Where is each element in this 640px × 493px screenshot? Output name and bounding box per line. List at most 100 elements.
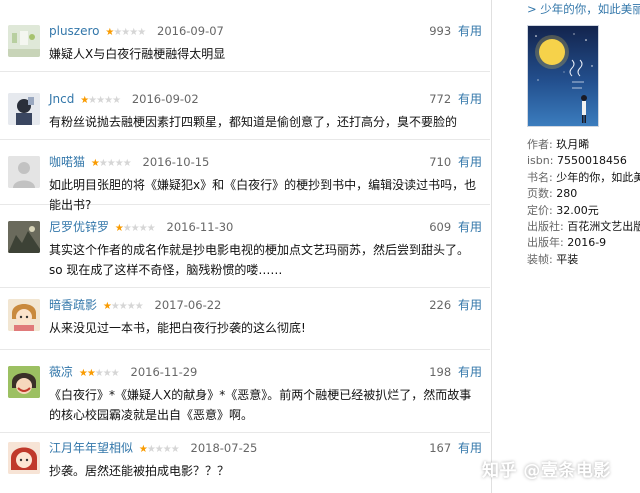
avatar[interactable] [8, 25, 40, 57]
review-text: 有粉丝说抛去融梗因素打四颗星，都知道是偷创意了，还打高分，臭不要脸的 [49, 115, 458, 129]
info-value: 玖月晞 [552, 138, 590, 151]
star-filled-icon: ★ [138, 444, 148, 455]
username-link[interactable]: 薇凉 [49, 365, 73, 379]
star-empty-icon: ★ [118, 301, 128, 312]
star-empty-icon: ★ [162, 444, 172, 455]
book-cover-image[interactable] [527, 25, 599, 127]
star-empty-icon: ★ [126, 301, 136, 312]
info-value: 7550018456 [553, 154, 627, 168]
book-sidebar: > 少年的你，如此美丽 作者: 玖月晞 isbn: 7550018456 书名:… [500, 0, 640, 493]
username-link[interactable]: 咖喏猫 [49, 155, 85, 169]
vote-count: 226 [429, 298, 452, 312]
info-row-author: 作者: 玖月晞 [527, 137, 640, 153]
review-text: 《白夜行》*《嫌疑人X的献身》*《恶意》。前两个融梗已经被扒烂了，然而故事的核心… [49, 388, 472, 422]
info-value: 百花洲文艺出版社 [567, 219, 640, 233]
star-empty-icon: ★ [114, 158, 124, 169]
info-key: 出版社: [527, 219, 564, 233]
avatar[interactable] [8, 221, 40, 253]
zhihu-watermark: 知乎 @壹条电影 [482, 461, 611, 481]
username-link[interactable]: pluszero [49, 24, 100, 38]
review-text: 抄袭。居然还能被拍成电影？？？ [49, 464, 230, 478]
useful-button[interactable]: 有用 [458, 441, 482, 455]
vote-count: 609 [429, 220, 452, 234]
vote-count: 993 [429, 24, 452, 38]
star-empty-icon: ★ [138, 223, 148, 234]
useful-button[interactable]: 有用 [458, 92, 482, 106]
username-link[interactable]: 暗香疏影 [49, 298, 97, 312]
review-date: 2016-11-30 [166, 220, 234, 234]
star-empty-icon: ★ [134, 301, 144, 312]
review-date: 2016-10-15 [142, 155, 210, 169]
review-meta: 江月年年望相似 ★★★★★ 2018-07-25 [49, 440, 257, 456]
star-filled-icon: ★ [80, 95, 89, 106]
star-filled-icon: ★ [86, 368, 96, 379]
username-link[interactable]: Jncd [49, 92, 74, 106]
star-empty-icon: ★ [137, 27, 146, 38]
avatar[interactable] [8, 366, 40, 398]
review-list: pluszero ★★★★★ 2016-09-07 993 有用 嫌疑人X与白夜… [0, 0, 490, 493]
info-value: 少年的你，如此美丽 [556, 170, 640, 184]
vote-area: 167 有用 [429, 440, 482, 456]
rating-stars: ★★★★★ [80, 95, 121, 106]
vote-count: 772 [429, 92, 452, 106]
info-row-price: 定价: 32.00元 [527, 203, 640, 219]
info-key: 定价: [527, 203, 553, 217]
star-empty-icon: ★ [146, 223, 156, 234]
useful-button[interactable]: 有用 [458, 24, 482, 38]
star-empty-icon: ★ [154, 444, 164, 455]
username-link[interactable]: 江月年年望相似 [49, 441, 133, 455]
info-key: 出版年: [527, 236, 564, 250]
avatar[interactable] [8, 93, 40, 125]
info-value: 平装 [552, 252, 579, 266]
useful-button[interactable]: 有用 [458, 365, 482, 379]
review-meta: 薇凉 ★★★★★ 2016-11-29 [49, 364, 197, 380]
rating-stars: ★★★★★ [78, 368, 120, 379]
review-item: Jncd ★★★★★ 2016-09-02 772 有用 有粉丝说抛去融梗因素打… [0, 84, 490, 140]
avatar[interactable] [8, 299, 40, 331]
info-row-pages: 页数: 280 [527, 186, 640, 202]
star-filled-icon: ★ [78, 368, 88, 379]
info-value: 280 [552, 187, 578, 201]
rating-stars: ★★★★★ [103, 301, 144, 312]
star-empty-icon: ★ [112, 95, 121, 106]
star-empty-icon: ★ [102, 368, 112, 379]
info-key: 书名: [527, 170, 553, 184]
info-row-publisher: 出版社: 百花洲文艺出版社 [527, 219, 640, 235]
info-value: 2016-9 [563, 236, 607, 250]
star-empty-icon: ★ [122, 223, 132, 234]
info-row-isbn: isbn: 7550018456 [527, 153, 640, 169]
review-text: 从来没见过一本书，能把白夜行抄袭的这么彻底! [49, 321, 306, 335]
info-key: 装帧: [527, 252, 553, 266]
vote-area: 993 有用 [429, 23, 482, 39]
star-empty-icon: ★ [106, 158, 116, 169]
review-date: 2016-09-07 [157, 24, 224, 38]
book-title-link[interactable]: > 少年的你，如此美丽 [527, 1, 640, 17]
username-link[interactable]: 尼罗优锌罗 [49, 220, 109, 234]
star-empty-icon: ★ [170, 444, 180, 455]
info-row-pub-year: 出版年: 2016-9 [527, 235, 640, 251]
review-item: pluszero ★★★★★ 2016-09-07 993 有用 嫌疑人X与白夜… [0, 16, 490, 72]
book-info: 作者: 玖月晞 isbn: 7550018456 书名: 少年的你，如此美丽 页… [527, 137, 640, 268]
star-empty-icon: ★ [96, 95, 105, 106]
review-text: 其实这个作者的成名作就是抄电影电视的梗加点文艺玛丽苏，然后尝到甜头了。so 现在… [49, 243, 470, 277]
star-empty-icon: ★ [146, 444, 156, 455]
vote-area: 609 有用 [429, 219, 482, 235]
star-filled-icon: ★ [114, 223, 124, 234]
review-date: 2016-09-02 [131, 92, 199, 106]
avatar[interactable] [8, 156, 40, 188]
info-key: 作者: [527, 138, 553, 151]
info-row-title: 书名: 少年的你，如此美丽 [527, 170, 640, 186]
vote-count: 198 [429, 365, 452, 379]
useful-button[interactable]: 有用 [458, 155, 482, 169]
useful-button[interactable]: 有用 [458, 220, 482, 234]
review-meta: 暗香疏影 ★★★★★ 2017-06-22 [49, 297, 221, 313]
star-empty-icon: ★ [122, 158, 132, 169]
useful-button[interactable]: 有用 [458, 298, 482, 312]
review-meta: Jncd ★★★★★ 2016-09-02 [49, 91, 199, 107]
info-row-binding: 装帧: 平装 [527, 252, 640, 268]
star-empty-icon: ★ [98, 158, 108, 169]
star-empty-icon: ★ [94, 368, 104, 379]
vote-area: 226 有用 [429, 297, 482, 313]
review-item: 江月年年望相似 ★★★★★ 2018-07-25 167 有用 抄袭。居然还能被… [0, 433, 490, 493]
avatar[interactable] [8, 442, 40, 474]
